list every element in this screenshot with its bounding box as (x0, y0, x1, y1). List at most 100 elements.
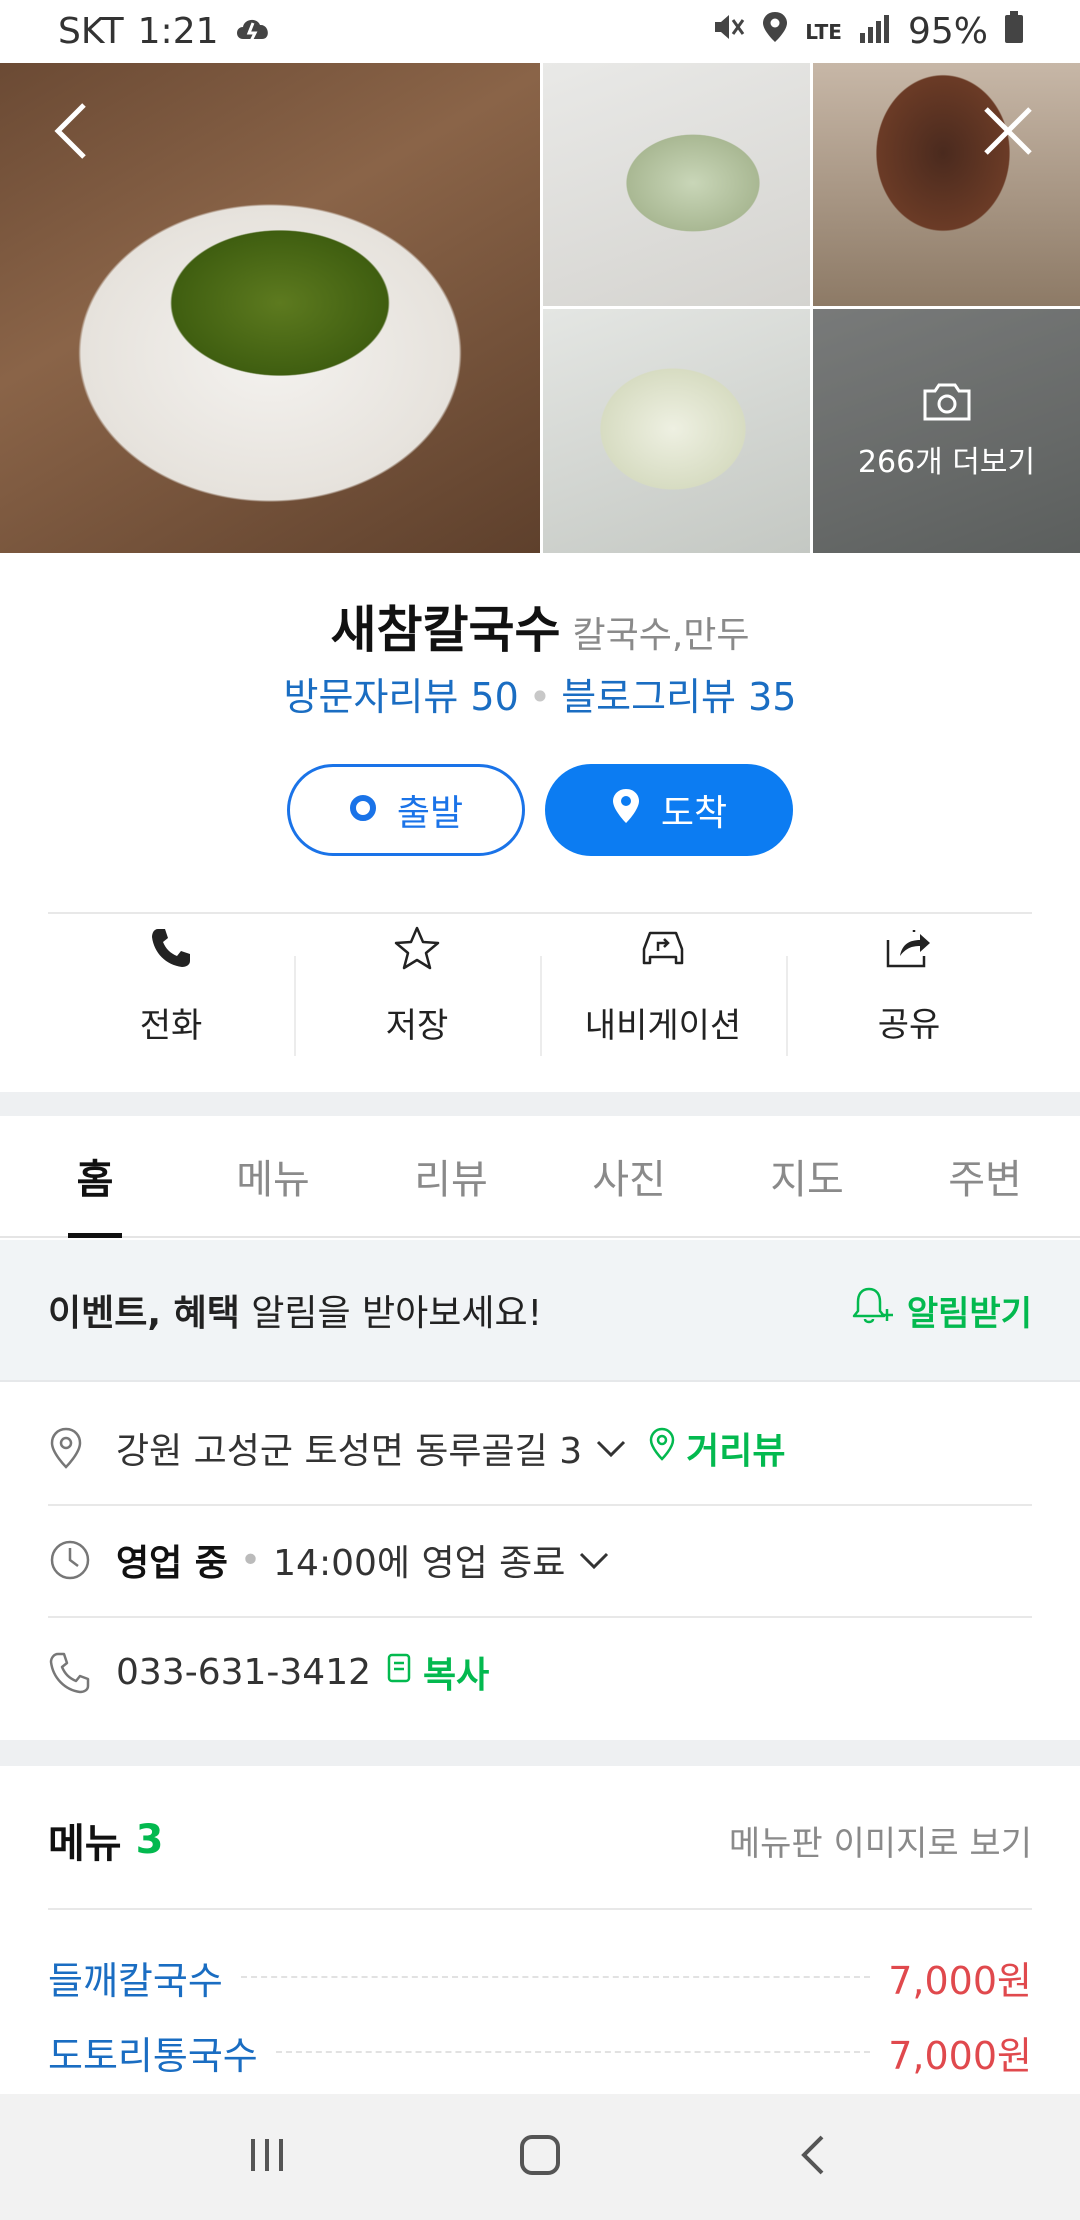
more-photos-label: 266개 더보기 (857, 445, 1036, 480)
tab-map[interactable]: 지도 (718, 1116, 896, 1236)
menu-count: 3 (135, 1817, 164, 1863)
place-title-row: 새참칼국수 칼국수,만두 (0, 590, 1080, 662)
navigation-label: 내비게이션 (584, 1006, 742, 1046)
share-action[interactable]: 공유 (786, 916, 1032, 1056)
action-bar: 전화 저장 내비게이션 공유 (48, 916, 1032, 1056)
address-text: 강원 고성군 토성면 동루골길 3 (116, 1431, 583, 1472)
hours-text: 14:00에 영업 종료 (273, 1543, 566, 1584)
depart-label: 출발 (396, 793, 464, 834)
copy-icon (385, 1651, 413, 1694)
star-icon (393, 925, 441, 980)
map-pin-icon (48, 1426, 116, 1470)
address-row: 강원 고성군 토성면 동루골길 3 거리뷰 (48, 1392, 1032, 1504)
call-label: 전화 (139, 1006, 203, 1046)
bell-plus-icon (851, 1285, 895, 1336)
tab-menu[interactable]: 메뉴 (184, 1116, 362, 1236)
home-square-icon (518, 2133, 562, 2181)
copy-label: 복사 (423, 1655, 490, 1696)
close-button[interactable] (968, 93, 1048, 173)
copy-phone-button[interactable]: 복사 (385, 1646, 489, 1698)
menu-item[interactable]: 도토리통국수 7,000원 (48, 2015, 1032, 2089)
chevron-left-icon (52, 101, 92, 165)
menu-image-link[interactable]: 메뉴판 이미지로 보기 (729, 1816, 1032, 1865)
place-category: 칼국수,만두 (572, 615, 750, 656)
photo-thumb[interactable] (543, 309, 810, 553)
recent-apps-button[interactable] (217, 2117, 317, 2197)
battery-label: 95% (907, 11, 988, 52)
tab-photos[interactable]: 사진 (540, 1116, 718, 1236)
banner-text: 알림을 받아보세요! (239, 1293, 543, 1334)
menu-item-price: 7,000원 (888, 2033, 1032, 2078)
street-view-pin-icon (648, 1427, 676, 1470)
street-view-link[interactable]: 거리뷰 (648, 1422, 786, 1474)
blog-review-link[interactable]: 블로그리뷰 35 (561, 675, 796, 719)
recents-icon (245, 2135, 289, 2179)
menu-title: 메뉴 (48, 1821, 122, 1867)
back-button[interactable] (32, 93, 112, 173)
phone-row: 033-631-3412 복사 (48, 1616, 1032, 1728)
cloud-icon (233, 11, 273, 52)
tab-home[interactable]: 홈 (6, 1116, 184, 1236)
time-label: 1:21 (137, 11, 219, 52)
network-label: LTE (805, 19, 842, 44)
location-icon (761, 10, 789, 53)
share-icon (884, 926, 934, 979)
route-buttons: 출발 도착 (0, 764, 1080, 856)
expand-address-button[interactable] (594, 1428, 628, 1469)
banner-message: 이벤트, 혜택 알림을 받아보세요! (48, 1284, 542, 1336)
save-label: 저장 (385, 1006, 449, 1046)
save-action[interactable]: 저장 (294, 916, 540, 1056)
photo-gallery[interactable]: 266개 더보기 (0, 63, 1080, 553)
menu-section-header: 메뉴 3 메뉴판 이미지로 보기 (48, 1770, 1032, 1910)
subscribe-button[interactable]: 알림받기 (851, 1285, 1032, 1336)
section-gap (0, 1740, 1080, 1766)
phone-icon (148, 925, 194, 980)
tab-nearby[interactable]: 주변 (896, 1116, 1074, 1236)
leader-line (275, 2051, 871, 2053)
close-icon (982, 105, 1034, 161)
notification-banner: 이벤트, 혜택 알림을 받아보세요! 알림받기 (0, 1240, 1080, 1382)
chevron-down-icon (577, 1540, 611, 1581)
phone-number[interactable]: 033-631-3412 (116, 1652, 371, 1693)
status-bar: SKT 1:21 LTE 95% (0, 0, 1080, 63)
open-status: 영업 중 (116, 1543, 228, 1584)
menu-item-name: 들깨칼국수 (48, 1958, 223, 2003)
tab-reviews[interactable]: 리뷰 (362, 1116, 540, 1236)
separator-dot: • (528, 675, 552, 719)
origin-dot-icon (349, 790, 377, 831)
hours-row[interactable]: 영업 중 • 14:00에 영업 종료 (48, 1504, 1032, 1616)
depart-button[interactable]: 출발 (287, 764, 525, 856)
tab-bar: 홈 메뉴 리뷰 사진 지도 주변 (0, 1116, 1080, 1238)
menu-item-price: 7,000원 (888, 1958, 1032, 2003)
visitor-review-link[interactable]: 방문자리뷰 50 (284, 675, 519, 719)
leader-line (240, 1976, 871, 1978)
chevron-down-icon (594, 1428, 628, 1469)
pin-icon (611, 787, 641, 834)
home-button[interactable] (490, 2117, 590, 2197)
photo-more[interactable]: 266개 더보기 (813, 309, 1080, 553)
system-back-button[interactable] (763, 2117, 863, 2197)
signal-icon (858, 11, 892, 52)
place-name: 새참칼국수 (330, 601, 561, 659)
separator-dot: • (239, 1539, 262, 1581)
expand-hours-button[interactable] (577, 1540, 611, 1581)
subscribe-label: 알림받기 (906, 1293, 1032, 1334)
banner-bold-text: 이벤트, 혜택 (48, 1293, 240, 1334)
carrier-label: SKT (58, 11, 124, 52)
back-chevron-icon (798, 2133, 828, 2181)
camera-icon (921, 381, 973, 427)
section-gap (0, 1092, 1080, 1116)
call-action[interactable]: 전화 (48, 916, 294, 1056)
photo-thumb[interactable] (543, 63, 810, 306)
car-icon (638, 925, 688, 980)
menu-item[interactable]: 들깨칼국수 7,000원 (48, 1940, 1032, 2014)
system-nav-bar (0, 2094, 1080, 2220)
clock-icon (48, 1538, 116, 1582)
menu-item-name: 도토리통국수 (48, 2033, 258, 2078)
arrive-button[interactable]: 도착 (545, 764, 793, 856)
arrive-label: 도착 (660, 793, 728, 834)
battery-icon (1004, 11, 1024, 52)
divider (48, 912, 1032, 914)
share-label: 공유 (877, 1005, 941, 1045)
navigation-action[interactable]: 내비게이션 (540, 916, 786, 1056)
